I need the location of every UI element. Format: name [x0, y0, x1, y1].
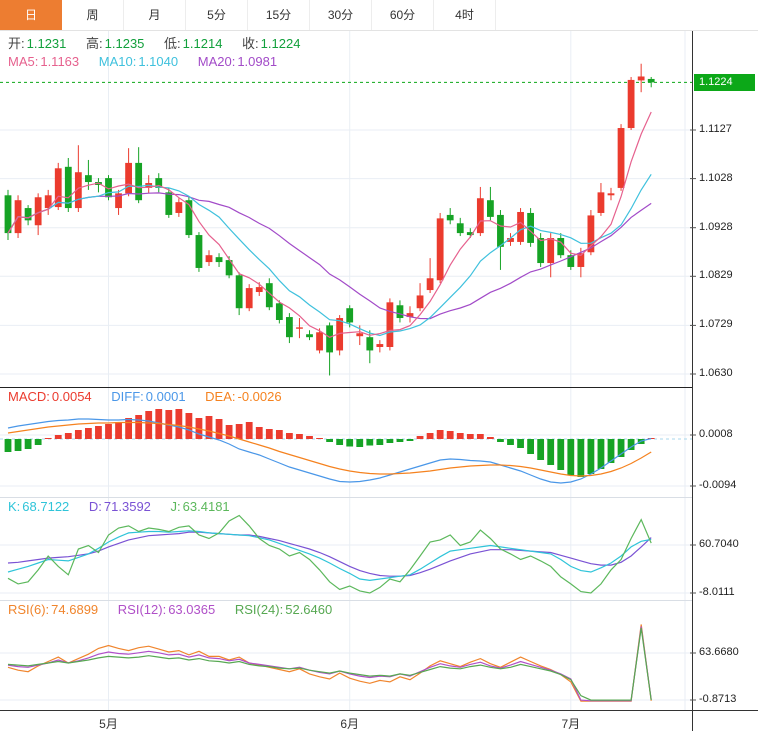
close-label: 收: — [242, 36, 259, 51]
rsi6-value: 74.6899 — [51, 602, 98, 617]
macd-header: MACD:0.0054 DIFF:0.0001 DEA:-0.0026 — [8, 389, 298, 404]
ma5-value: 1.1163 — [40, 54, 79, 69]
x-axis-month-label: 6月 — [340, 715, 359, 732]
tab-60min[interactable]: 60分 — [372, 0, 434, 30]
j-label: J: — [171, 499, 181, 514]
ma-header: MA5:1.1163 MA10:1.1040 MA20:1.0981 — [8, 54, 293, 69]
j-value: 63.4181 — [183, 499, 230, 514]
tab-15min[interactable]: 15分 — [248, 0, 310, 30]
k-value: 68.7122 — [22, 499, 69, 514]
open-label: 开: — [8, 36, 25, 51]
x-axis-month-label: 5月 — [99, 715, 118, 732]
high-value: 1.1235 — [105, 36, 145, 51]
low-label: 低: — [164, 36, 181, 51]
open-value: 1.1231 — [27, 36, 67, 51]
price-axis-label: 1.0630 — [699, 367, 733, 379]
kdj-axis-label: 60.7040 — [699, 538, 739, 550]
diff-value: 0.0001 — [146, 389, 186, 404]
current-price-badge: 1.1224 — [694, 74, 755, 91]
macd-axis-label: -0.0094 — [699, 479, 736, 491]
x-axis-month-label: 7月 — [561, 715, 580, 732]
rsi12-value: 63.0365 — [168, 602, 215, 617]
rsi6-label: RSI(6): — [8, 602, 49, 617]
tab-month[interactable]: 月 — [124, 0, 186, 30]
rsi12-label: RSI(12): — [118, 602, 166, 617]
rsi-axis-label: 63.6680 — [699, 646, 739, 658]
macd-value: 0.0054 — [52, 389, 92, 404]
price-axis-label: 1.1127 — [699, 123, 732, 135]
ma10-label: MA10: — [99, 54, 137, 69]
low-value: 1.1214 — [183, 36, 223, 51]
kdj-axis-label: -8.0111 — [699, 586, 735, 598]
d-label: D: — [89, 499, 102, 514]
k-label: K: — [8, 499, 20, 514]
dea-label: DEA: — [205, 389, 235, 404]
rsi-axis-label: -0.8713 — [699, 693, 736, 705]
high-label: 高: — [86, 36, 103, 51]
tab-5min[interactable]: 5分 — [186, 0, 248, 30]
tab-day[interactable]: 日 — [0, 0, 62, 30]
tab-4hour[interactable]: 4时 — [434, 0, 496, 30]
chart-canvas[interactable] — [0, 0, 758, 744]
tab-week[interactable]: 周 — [62, 0, 124, 30]
current-price-value: 1.1224 — [699, 76, 733, 88]
timeframe-tabs: 日 周 月 5分 15分 30分 60分 4时 — [0, 0, 758, 31]
dea-value: -0.0026 — [238, 389, 282, 404]
d-value: 71.3592 — [104, 499, 151, 514]
macd-label: MACD: — [8, 389, 50, 404]
ma10-value: 1.1040 — [138, 54, 178, 69]
ma5-label: MA5: — [8, 54, 38, 69]
ohlc-header: 开:1.1231 高:1.1235 低:1.1214 收:1.1224 — [8, 33, 316, 52]
macd-axis-label: 0.0008 — [699, 428, 733, 440]
close-value: 1.1224 — [261, 36, 301, 51]
candles — [5, 64, 655, 376]
kdj-header: K:68.7122 D:71.3592 J:63.4181 — [8, 499, 246, 514]
price-axis-label: 1.0829 — [699, 269, 733, 281]
price-axis-label: 1.0928 — [699, 221, 733, 233]
rsi24-label: RSI(24): — [235, 602, 283, 617]
rsi24-value: 52.6460 — [285, 602, 332, 617]
ma20-label: MA20: — [198, 54, 236, 69]
price-axis-label: 1.1028 — [699, 172, 733, 184]
ma20-value: 1.0981 — [237, 54, 277, 69]
tab-30min[interactable]: 30分 — [310, 0, 372, 30]
diff-label: DIFF: — [111, 389, 144, 404]
rsi-header: RSI(6):74.6899 RSI(12):63.0365 RSI(24):5… — [8, 602, 348, 617]
price-axis-label: 1.0729 — [699, 318, 733, 330]
